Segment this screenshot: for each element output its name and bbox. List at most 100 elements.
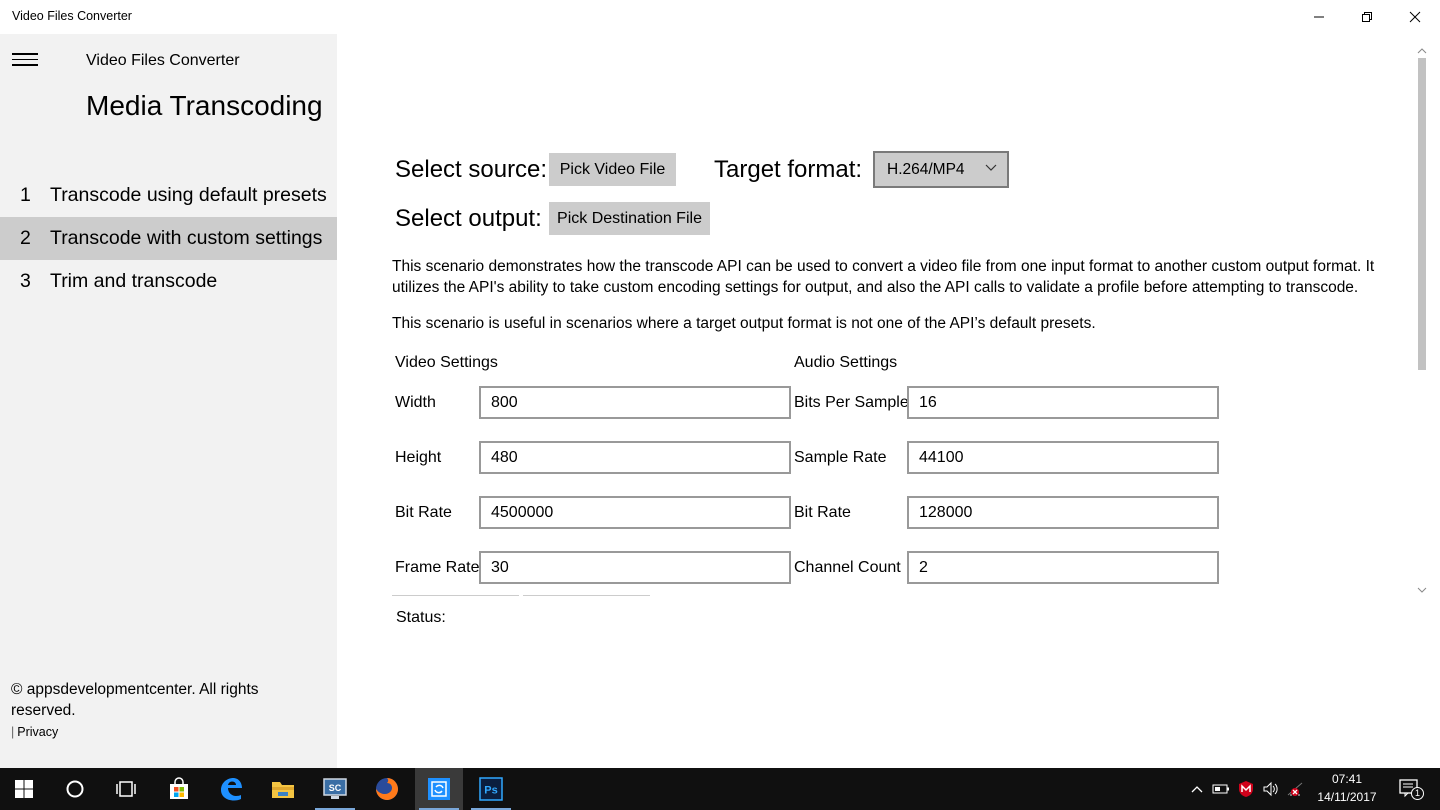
select-source-label: Select source:	[395, 156, 548, 183]
chevron-down-icon	[985, 164, 997, 171]
video-framerate-label: Frame Rate	[395, 559, 480, 576]
pick-video-file-button[interactable]: Pick Video File	[549, 153, 676, 186]
show-hidden-icons-button[interactable]	[1186, 768, 1208, 810]
video-bitrate-label: Bit Rate	[395, 504, 452, 521]
volume-icon	[1263, 781, 1278, 797]
nav-item-number: 2	[20, 227, 31, 249]
audio-channel-count-field[interactable]	[907, 551, 1219, 584]
privacy-separator: |	[11, 725, 15, 739]
taskbar-edge[interactable]	[207, 768, 255, 810]
video-framerate-field[interactable]	[479, 551, 791, 584]
audio-sample-rate-label: Sample Rate	[794, 449, 887, 466]
audio-settings-title: Audio Settings	[794, 354, 898, 371]
minimize-icon	[1314, 16, 1324, 18]
taskbar-store[interactable]	[155, 768, 203, 810]
title-bar: Video Files Converter	[0, 0, 1440, 34]
target-format-value: H.264/MP4	[887, 160, 965, 178]
video-bitrate-field[interactable]	[479, 496, 791, 529]
battery-tray-button[interactable]	[1210, 768, 1232, 810]
screen-capture-app-icon: SC	[323, 778, 347, 799]
taskbar-screen-capture[interactable]: SC	[311, 768, 359, 810]
network-disconnected-icon	[1287, 782, 1303, 796]
scrollbar-thumb[interactable]	[1418, 58, 1426, 370]
video-height-label: Height	[395, 449, 442, 466]
firefox-icon	[376, 778, 398, 800]
nav-item-default-presets[interactable]: 1 Transcode using default presets	[0, 174, 337, 217]
audio-bits-per-sample-label: Bits Per Sample	[794, 394, 909, 411]
battery-icon	[1212, 784, 1229, 794]
scenario-description: This scenario demonstrates how the trans…	[392, 258, 1375, 296]
audio-bitrate-label: Bit Rate	[794, 504, 851, 521]
svg-text:SC: SC	[329, 783, 342, 793]
task-view-button[interactable]	[102, 768, 150, 810]
taskbar-firefox[interactable]	[363, 768, 411, 810]
privacy-link[interactable]: | Privacy	[11, 725, 58, 739]
restore-icon	[1362, 12, 1372, 22]
target-format-label: Target format:	[714, 156, 863, 183]
clock-date: 14/11/2017	[1317, 790, 1377, 804]
antivirus-shield-icon	[1239, 781, 1253, 797]
nav-item-custom-settings[interactable]: 2 Transcode with custom settings	[0, 217, 337, 260]
audio-bitrate-field[interactable]	[907, 496, 1219, 529]
divider	[392, 595, 519, 596]
close-button[interactable]	[1391, 0, 1439, 34]
video-width-label: Width	[395, 394, 436, 411]
target-format-dropdown[interactable]: H.264/MP4	[873, 151, 1009, 188]
video-width-field[interactable]	[479, 386, 791, 419]
folder-icon	[272, 782, 294, 798]
taskbar-file-explorer[interactable]	[259, 768, 307, 810]
main-content: Select source: Pick Video File Target fo…	[337, 34, 1440, 768]
store-bag-icon	[170, 777, 188, 799]
nav-item-number: 3	[20, 270, 31, 292]
windows-logo-icon	[15, 780, 33, 798]
cortana-button[interactable]	[51, 768, 99, 810]
scroll-up-icon[interactable]	[1417, 48, 1427, 54]
chevron-up-icon	[1191, 786, 1203, 793]
taskbar-video-files-converter[interactable]	[415, 768, 463, 810]
nav-item-label: Transcode with custom settings	[50, 227, 323, 249]
close-icon	[1409, 11, 1421, 23]
clock-time: 07:41	[1331, 772, 1363, 786]
cortana-circle-icon	[66, 780, 84, 798]
volume-tray-button[interactable]	[1260, 768, 1282, 810]
antivirus-tray-button[interactable]	[1235, 768, 1257, 810]
hamburger-menu-icon[interactable]	[12, 53, 38, 67]
video-settings-title: Video Settings	[395, 354, 498, 371]
task-view-icon	[116, 781, 136, 797]
pick-destination-file-button[interactable]: Pick Destination File	[549, 202, 710, 235]
sidebar: Video Files Converter Media Transcoding …	[0, 34, 337, 768]
select-output-label: Select output:	[395, 205, 542, 232]
minimize-button[interactable]	[1295, 0, 1343, 34]
nav-item-label: Transcode using default presets	[50, 184, 327, 206]
sidebar-heading: Media Transcoding	[86, 90, 323, 121]
sidebar-app-name: Video Files Converter	[86, 52, 240, 69]
scroll-down-icon[interactable]	[1417, 587, 1427, 593]
nav-item-number: 1	[20, 184, 31, 206]
svg-text:Ps: Ps	[484, 785, 497, 797]
start-button[interactable]	[0, 768, 48, 810]
nav-item-trim-transcode[interactable]: 3 Trim and transcode	[0, 260, 337, 303]
taskbar-photoshop[interactable]: Ps	[467, 768, 515, 810]
taskbar: SC Ps 07:41 14/11/2017 1	[0, 768, 1440, 810]
scenario-nav: 1 Transcode using default presets 2 Tran…	[0, 174, 337, 303]
window-title: Video Files Converter	[12, 9, 132, 23]
taskbar-clock[interactable]: 07:41 14/11/2017	[1308, 770, 1386, 806]
video-height-field[interactable]	[479, 441, 791, 474]
video-converter-app-icon	[428, 778, 450, 800]
copyright-text: © appsdevelopmentcenter. All rights rese…	[11, 681, 259, 719]
action-center-button[interactable]: 1	[1392, 768, 1428, 810]
scenario-note: This scenario is useful in scenarios whe…	[392, 315, 1096, 332]
network-tray-button[interactable]	[1285, 768, 1307, 810]
restore-button[interactable]	[1343, 0, 1391, 34]
status-label: Status:	[396, 609, 446, 626]
audio-sample-rate-field[interactable]	[907, 441, 1219, 474]
privacy-label[interactable]: Privacy	[17, 725, 58, 739]
edge-browser-icon	[221, 778, 242, 801]
audio-channel-count-label: Channel Count	[794, 559, 901, 576]
photoshop-icon: Ps	[479, 777, 503, 801]
audio-bits-per-sample-field[interactable]	[907, 386, 1219, 419]
nav-item-label: Trim and transcode	[50, 270, 218, 292]
notification-count-badge: 1	[1411, 787, 1424, 800]
vertical-scrollbar[interactable]	[1414, 48, 1430, 596]
divider	[523, 595, 650, 596]
